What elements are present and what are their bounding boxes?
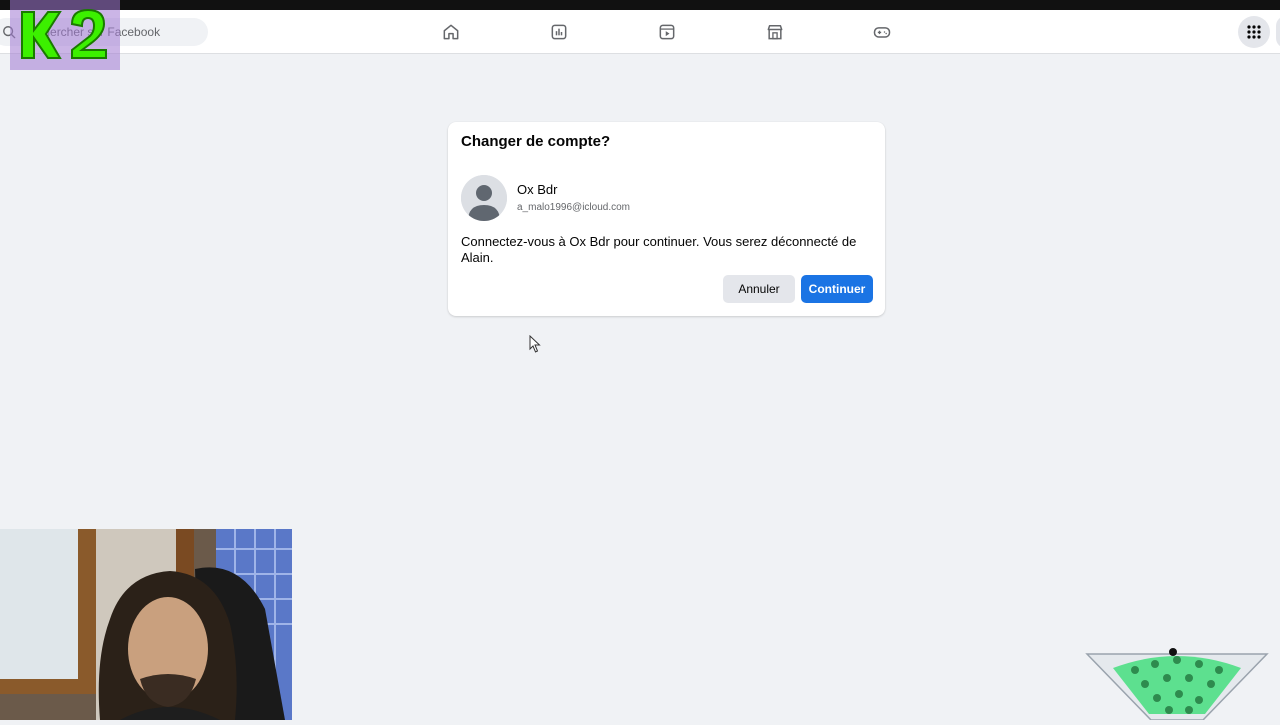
dialog-title: Changer de compte? (461, 133, 611, 150)
dashboard-icon (551, 24, 567, 40)
tab-marketplace[interactable] (761, 18, 789, 46)
video-icon (659, 24, 675, 40)
tab-home[interactable] (437, 18, 465, 46)
webcam-feed-image (0, 529, 292, 720)
avatar (461, 175, 507, 221)
stream-logo-overlay (10, 0, 120, 70)
messenger-button-edge[interactable] (1276, 16, 1280, 48)
continue-button[interactable]: Continuer (801, 275, 873, 303)
apps-menu-button[interactable] (1238, 16, 1270, 48)
decorative-bowl-overlay (1085, 648, 1269, 721)
home-icon (443, 24, 459, 40)
dialog-message: Connectez-vous à Ox Bdr pour continuer. … (461, 234, 857, 265)
mouse-cursor-icon (529, 335, 541, 353)
cancel-button[interactable]: Annuler (723, 275, 795, 303)
account-name: Ox Bdr (517, 182, 558, 197)
top-navbar (0, 10, 1280, 54)
tab-gaming[interactable] (868, 18, 896, 46)
top-strip (0, 0, 1280, 10)
tab-dashboard[interactable] (545, 18, 573, 46)
gaming-icon (873, 27, 891, 38)
default-avatar-icon (461, 175, 507, 221)
account-email: a_malo1996@icloud.com (517, 202, 630, 213)
marketplace-icon (767, 25, 783, 40)
grid-menu-icon (1247, 25, 1261, 39)
webcam-overlay (0, 529, 292, 720)
k2-logo (21, 8, 107, 59)
bowl-graphic (1085, 648, 1269, 721)
switch-account-dialog: Changer de compte? Ox Bdr a_malo1996@icl… (448, 122, 885, 316)
tab-video[interactable] (653, 18, 681, 46)
